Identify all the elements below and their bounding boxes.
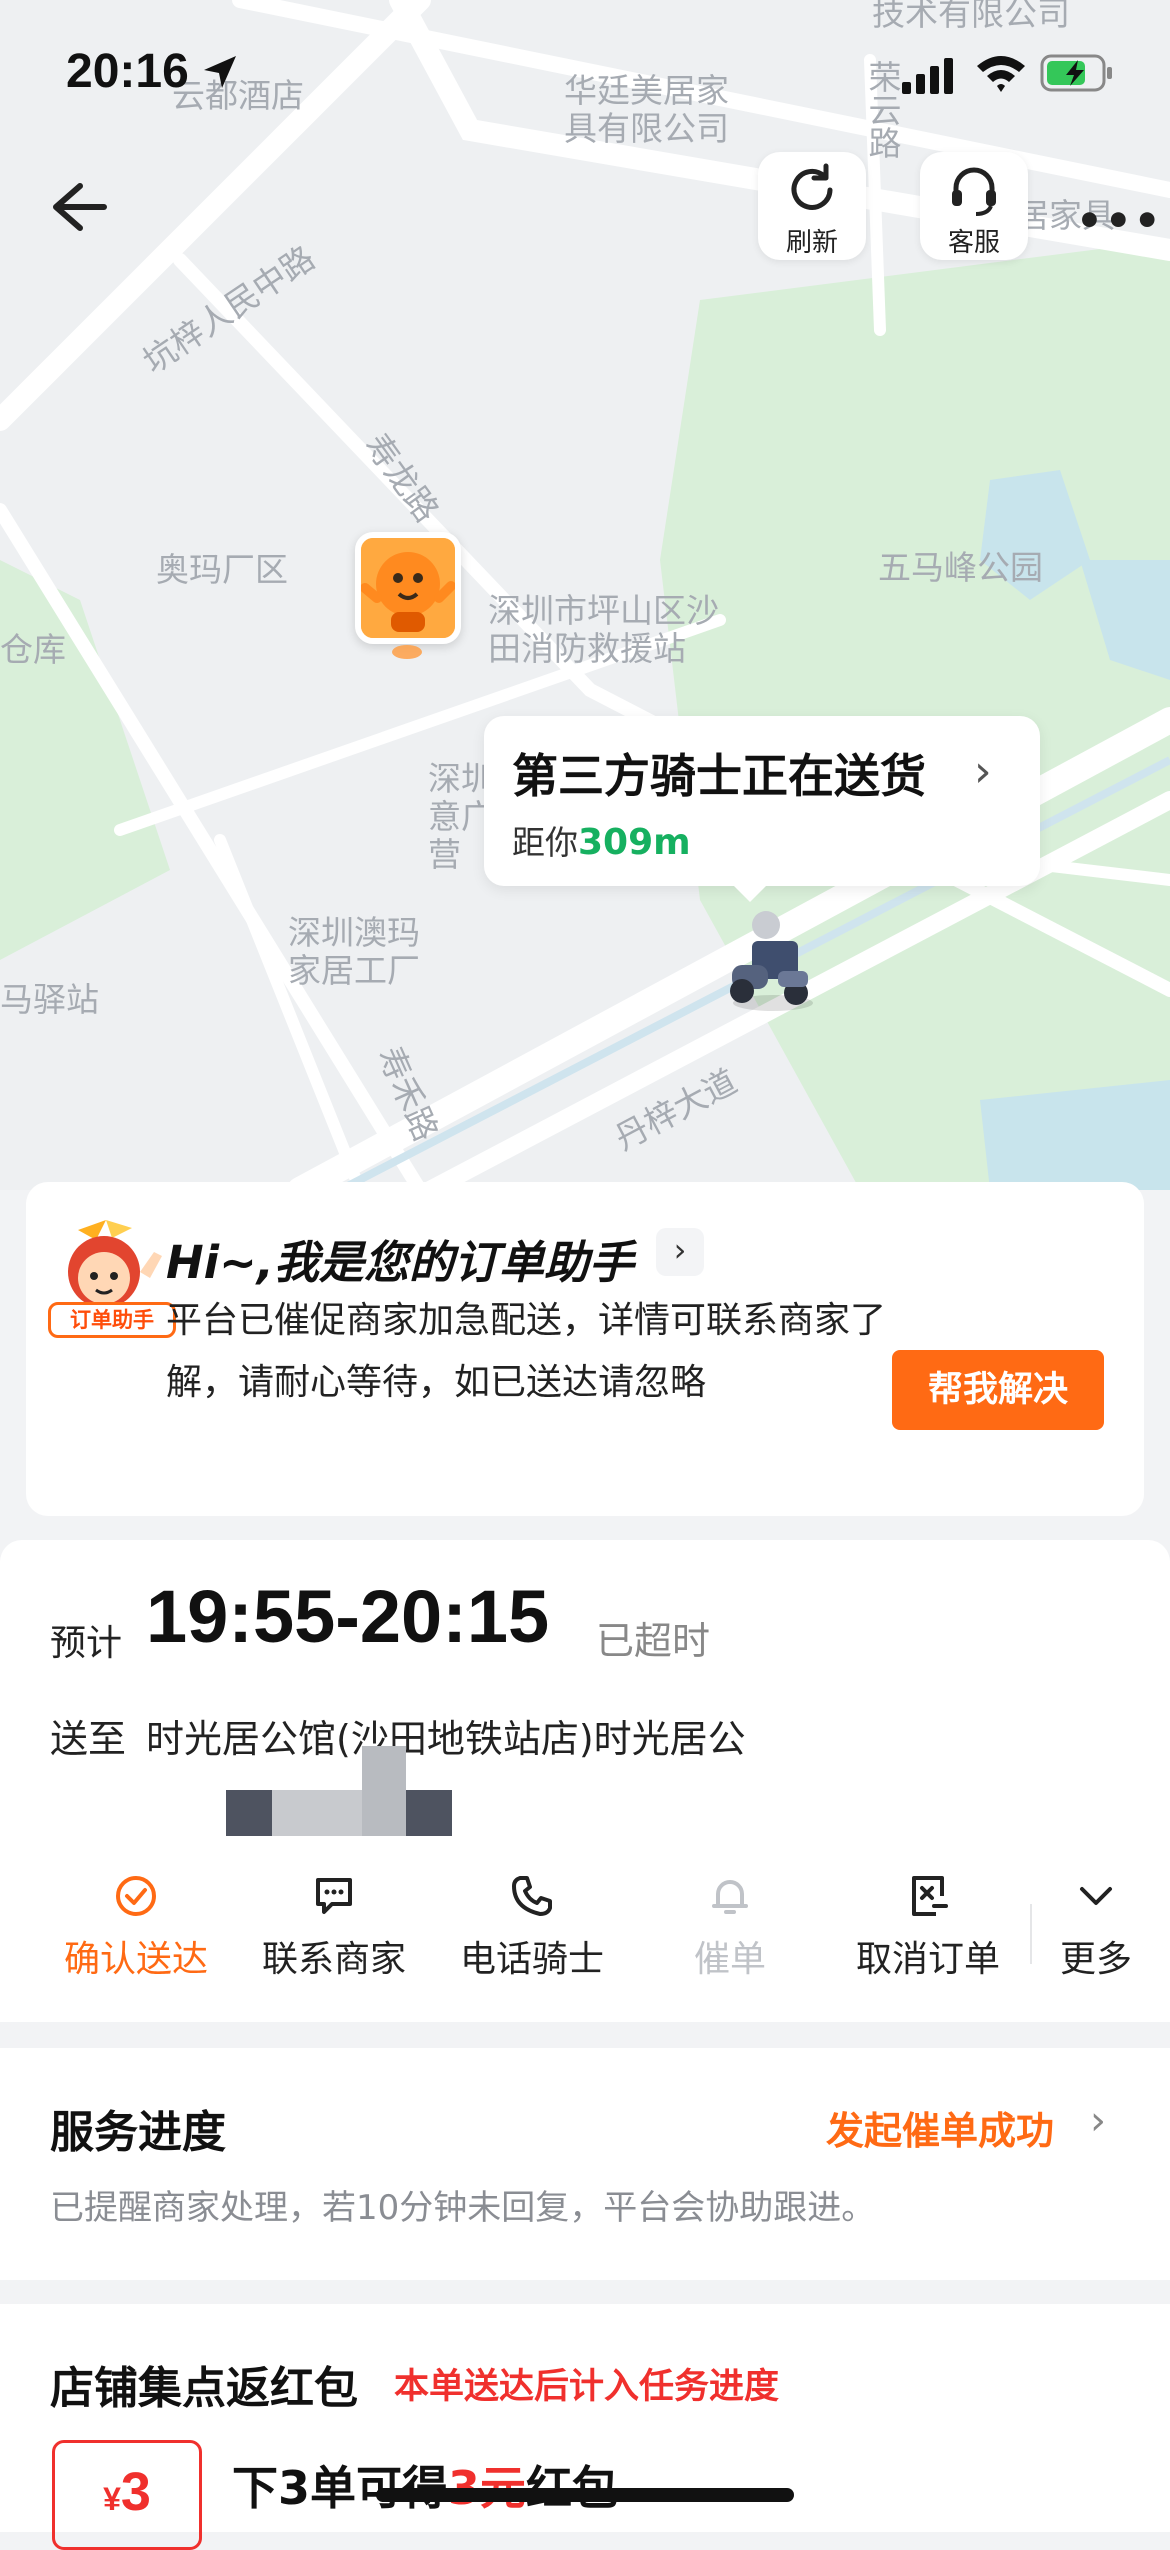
coupon-amount: ¥3	[55, 2461, 199, 2523]
phone-icon	[512, 1876, 552, 1916]
eta-prefix: 预计	[50, 1623, 123, 1664]
chevron-right-icon: ›	[974, 746, 992, 797]
map-poi-label: 深圳澳玛 家居工厂	[288, 913, 420, 990]
cancel-order-icon	[912, 1876, 948, 1916]
reward-coupon[interactable]: ¥3	[52, 2440, 202, 2550]
back-arrow-icon[interactable]	[44, 172, 114, 242]
store-mascot-pin[interactable]	[355, 532, 461, 644]
status-time: 20:16	[66, 45, 189, 98]
more-menu-icon[interactable]: •••	[1076, 196, 1163, 245]
map-poi-label: 马驿站	[0, 980, 99, 1019]
call-rider-button[interactable]: 电话骑士	[442, 1874, 622, 1982]
coupon-value: 3	[120, 2462, 151, 2522]
customer-service-button[interactable]: 客服	[920, 152, 1028, 260]
contact-merchant-button[interactable]: 联系商家	[244, 1874, 424, 1982]
eta-status: 已超时	[596, 1619, 711, 1663]
distance-prefix: 距你	[512, 823, 578, 862]
order-info-section: 预计 19:55-20:15 已超时 送至 时光居公馆(沙田地铁站店)时光居公 …	[0, 1540, 1170, 2022]
action-label: 更多	[1059, 1939, 1132, 1980]
battery-icon	[1040, 54, 1112, 92]
refresh-label: 刷新	[785, 228, 838, 258]
delivery-address: 时光居公馆(沙田地铁站店)时光居公	[146, 1717, 746, 1761]
order-assistant-card: 订单助手 Hi~,我是您的订单助手 › 平台已催促商家加急配送，详情可联系商家了…	[26, 1182, 1144, 1516]
wifi-icon	[977, 56, 1025, 92]
reward-title: 店铺集点返红包	[50, 2363, 358, 2414]
rider-scooter-icon	[730, 911, 813, 1011]
headset-icon	[952, 167, 996, 216]
service-description: 已提醒商家处理，若10分钟未回复，平台会协助跟进。	[50, 2188, 876, 2228]
chevron-down-icon	[1080, 1887, 1112, 1905]
map-poi-label: 奥玛厂区	[156, 550, 288, 589]
order-actions-bar: 确认送达 联系商家 电话骑士 催单 取消订单 更多	[0, 1874, 1170, 1994]
action-label: 确认送达	[63, 1939, 208, 1980]
assistant-title: Hi~,我是您的订单助手	[166, 1236, 634, 1289]
action-label: 取消订单	[855, 1939, 1000, 1980]
coupon-symbol: ¥	[103, 2481, 121, 2517]
pin-shadow	[392, 645, 422, 659]
assistant-tag: 订单助手	[48, 1302, 176, 1338]
service-title: 服务进度	[50, 2107, 226, 2158]
action-label: 联系商家	[261, 1939, 406, 1980]
more-actions-button[interactable]: 更多	[1006, 1874, 1170, 1982]
map-poi-label: 仓库	[0, 630, 66, 669]
map-view[interactable]: 坑梓人民中路 云都酒店 华廷美居家 具有限公司 技术有限公司 荣云路 居家具 寿…	[0, 0, 1170, 1190]
confirm-delivery-button[interactable]: 确认送达	[46, 1874, 226, 1982]
chat-icon	[316, 1878, 352, 1914]
status-bar: 20:16	[0, 0, 1170, 150]
location-arrow-icon	[204, 56, 236, 88]
reward-description: 下3单可得3元红包	[232, 2452, 618, 2518]
check-circle-icon	[116, 1876, 156, 1916]
map-poi-label: 深圳市坪山区沙 田消防救援站	[488, 591, 719, 668]
home-indicator[interactable]	[376, 2488, 794, 2502]
cancel-order-button[interactable]: 取消订单	[838, 1874, 1018, 1982]
service-progress-section[interactable]: 服务进度 发起催单成功 › 已提醒商家处理，若10分钟未回复，平台会协助跟进。	[0, 2048, 1170, 2280]
assistant-chevron-icon[interactable]: ›	[656, 1228, 704, 1276]
distance-value: 309m	[578, 822, 691, 863]
refresh-icon	[791, 163, 833, 210]
rider-status-title: 第三方骑士正在送货	[512, 749, 926, 803]
help-me-resolve-button[interactable]: 帮我解决	[892, 1350, 1104, 1430]
service-label: 客服	[947, 228, 1000, 258]
map-poi-label: 五马峰公园	[878, 548, 1043, 587]
redacted-address	[226, 1746, 452, 1836]
action-label: 催单	[693, 1939, 766, 1980]
mascot-icon	[361, 538, 455, 638]
reward-subtitle: 本单送达后计入任务进度	[394, 2367, 780, 2407]
eta-time: 19:55-20:15	[146, 1575, 550, 1658]
cellular-signal-icon	[902, 58, 953, 94]
action-label: 电话骑士	[459, 1939, 604, 1980]
assistant-message: 平台已催促商家加急配送，详情可联系商家了解，请耐心等待，如已送达请忽略	[166, 1300, 887, 1403]
service-status: 发起催单成功	[826, 2109, 1055, 2153]
chevron-right-icon: ›	[1090, 2098, 1106, 2144]
urge-order-button[interactable]: 催单	[640, 1874, 820, 1982]
address-prefix: 送至	[50, 1717, 127, 1761]
rider-distance: 距你309m	[512, 816, 691, 864]
bell-icon	[712, 1880, 748, 1914]
refresh-button[interactable]: 刷新	[758, 152, 866, 260]
rider-status-card[interactable]: 第三方骑士正在送货 › 距你309m	[484, 716, 1040, 902]
